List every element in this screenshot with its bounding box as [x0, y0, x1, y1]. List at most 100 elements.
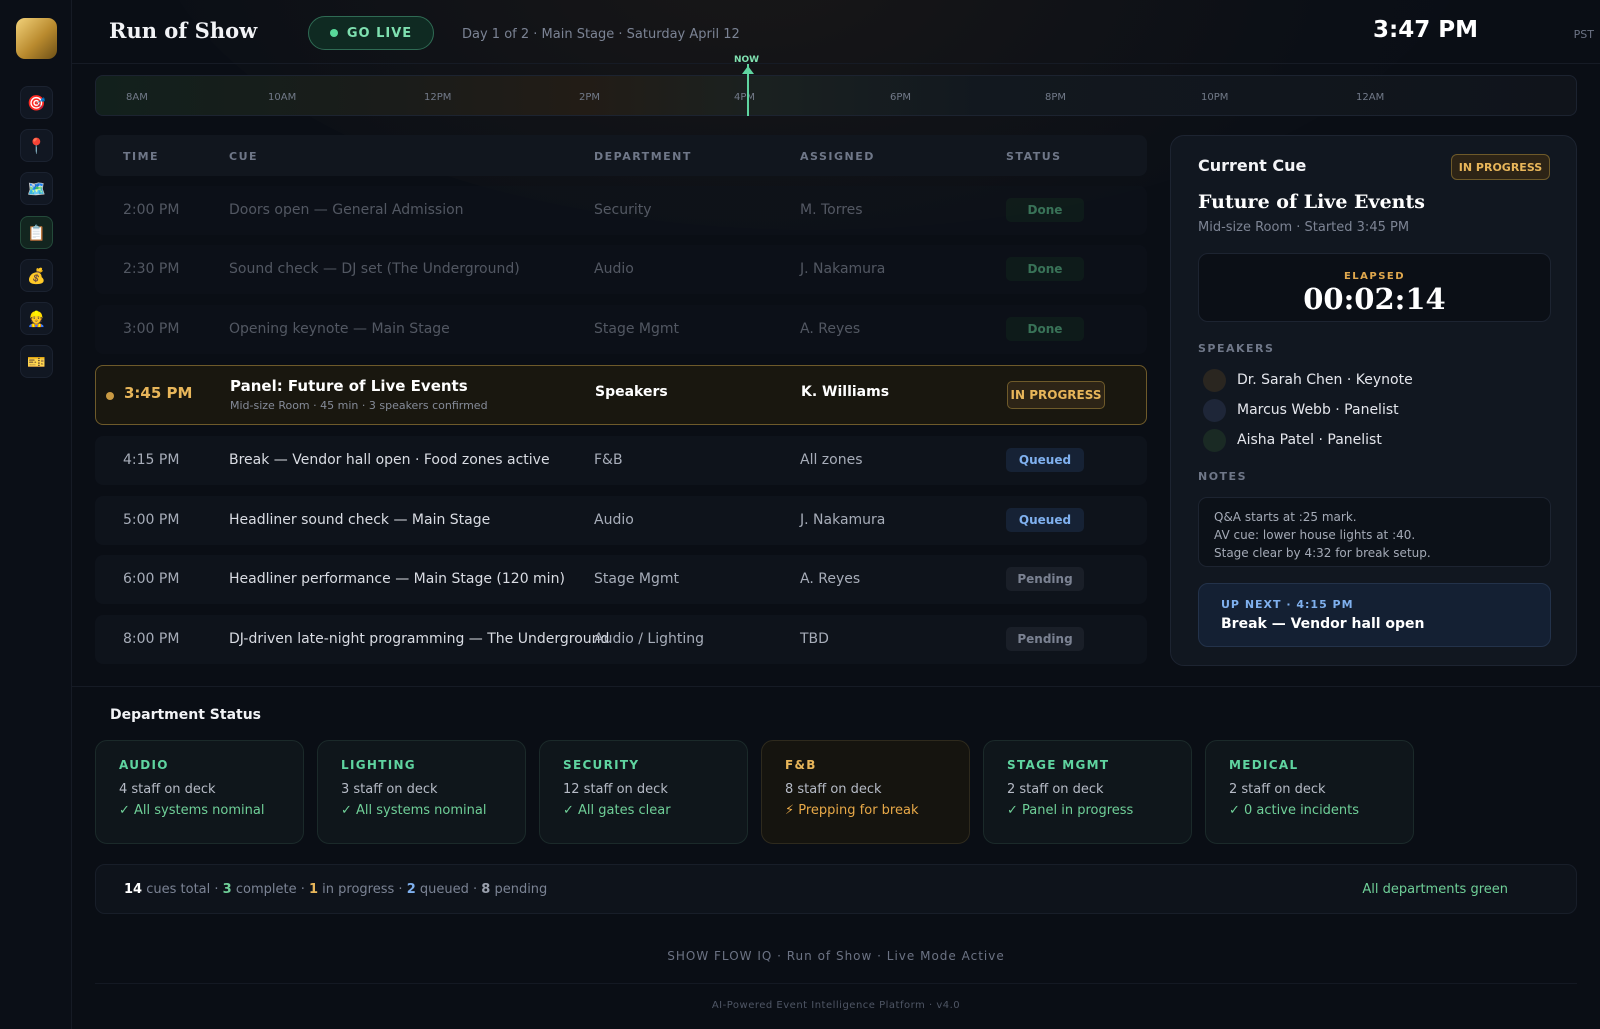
clipboard-icon: 📋 — [27, 223, 46, 242]
in-progress-label: in progress · — [322, 882, 403, 897]
cue-detail: Mid-size Room · 45 min · 3 speakers conf… — [230, 399, 488, 412]
department-staff: 4 staff on deck — [119, 782, 216, 797]
table-row[interactable]: 3:00 PM Opening keynote — Main Stage Stage… — [95, 305, 1147, 354]
note-line: Q&A starts at :25 mark. — [1214, 510, 1357, 524]
nav-button[interactable]: 🎯 — [20, 86, 53, 119]
go-live-button[interactable]: GO LIVE — [308, 16, 434, 50]
table-row[interactable]: 2:30 PM Sound check — DJ set (The Undergr… — [95, 245, 1147, 294]
current-cue-heading: Current Cue — [1198, 156, 1307, 175]
cue-department: Audio / Lighting — [594, 631, 704, 647]
nav-button[interactable]: 🗺️ — [20, 172, 53, 205]
table-row[interactable]: 5:00 PM Headliner sound check — Main Stag… — [95, 496, 1147, 545]
cue-department: Audio — [594, 512, 634, 528]
timeline-hour-label: 2PM — [579, 92, 601, 103]
cue-time: 6:00 PM — [123, 571, 180, 587]
cue-title: Break — Vendor hall open · Food zones ac… — [229, 452, 550, 468]
department-card[interactable]: LIGHTING 3 staff on deck ✓ All systems nom… — [317, 740, 526, 844]
cue-time: 8:00 PM — [123, 631, 180, 647]
nav-button[interactable]: 🎫 — [20, 345, 53, 378]
app-logo[interactable] — [16, 18, 57, 59]
speaker-item[interactable]: Dr. Sarah Chen · Keynote — [1203, 368, 1413, 392]
cue-department: Stage Mgmt — [594, 321, 679, 337]
speaker-item[interactable]: Marcus Webb · Panelist — [1203, 398, 1399, 422]
total-label: cues total · — [146, 882, 219, 897]
footer-platform-line: AI-Powered Event Intelligence Platform ·… — [711, 1000, 961, 1011]
up-next-label: UP NEXT · 4:15 PM — [1221, 598, 1354, 611]
department-card[interactable]: SECURITY 12 staff on deck ✓ All gates clea… — [539, 740, 748, 844]
avatar — [1203, 368, 1226, 392]
day-timeline[interactable]: 8AM 10AM 12PM 2PM 4PM 6PM 8PM 10PM 12AM NOW — [95, 55, 1577, 116]
money-bag-icon: 💰 — [27, 266, 46, 285]
table-row-active[interactable]: 3:45 PM Panel: Future of Live Events Mid-s… — [95, 365, 1147, 425]
department-card[interactable]: MEDICAL 2 staff on deck ✓ 0 active inciden… — [1205, 740, 1414, 844]
header: Run of Show GO LIVE Day 1 of 2 · Main St… — [72, 0, 1600, 64]
go-live-label: GO LIVE — [346, 25, 413, 41]
department-name: LIGHTING — [341, 758, 416, 772]
column-status: STATUS — [1006, 150, 1062, 163]
event-subtitle: Day 1 of 2 · Main Stage · Saturday April… — [462, 27, 740, 42]
elapsed-timer: ELAPSED 00:02:14 — [1198, 253, 1551, 322]
department-status: ✓ Panel in progress — [1007, 803, 1134, 818]
status-badge: Queued — [1006, 448, 1084, 472]
cue-notes: Q&A starts at :25 mark. AV cue: lower ho… — [1198, 497, 1551, 567]
timeline-hour-label: 8PM — [1045, 92, 1067, 103]
pending-label: pending — [494, 882, 548, 897]
timeline-hour-label: 12PM — [424, 92, 452, 103]
department-card[interactable]: F&B 8 staff on deck ⚡ Prepping for break — [761, 740, 970, 844]
status-badge: Done — [1006, 198, 1084, 222]
department-staff: 2 staff on deck — [1229, 782, 1326, 797]
nav-button[interactable]: 📋 — [20, 216, 53, 249]
avatar — [1203, 398, 1226, 422]
speaker-name: Aisha Patel · Panelist — [1237, 432, 1382, 448]
department-name: MEDICAL — [1229, 758, 1299, 772]
cue-assigned: TBD — [800, 631, 829, 647]
footer-divider — [95, 983, 1577, 984]
cue-assigned: J. Nakamura — [800, 512, 886, 528]
status-badge: Done — [1006, 317, 1084, 341]
total-count: 14 — [124, 882, 143, 897]
departments-health: All departments green — [1362, 882, 1508, 897]
speaker-name: Dr. Sarah Chen · Keynote — [1237, 372, 1413, 388]
up-next-title: Break — Vendor hall open — [1221, 616, 1425, 632]
pin-icon: 📍 — [27, 136, 46, 155]
pending-count: 8 — [481, 882, 491, 897]
department-status: ✓ All systems nominal — [119, 803, 265, 818]
table-row[interactable]: 8:00 PM DJ-driven late-night programming … — [95, 615, 1147, 664]
cue-time: 3:00 PM — [123, 321, 180, 337]
nav-button[interactable]: 💰 — [20, 259, 53, 292]
cue-department: Security — [594, 202, 652, 218]
cue-department: Audio — [594, 261, 634, 277]
speaker-item[interactable]: Aisha Patel · Panelist — [1203, 428, 1382, 452]
up-next-card[interactable]: UP NEXT · 4:15 PM Break — Vendor hall op… — [1198, 583, 1551, 647]
nav-button[interactable]: 👷 — [20, 302, 53, 335]
cue-title: Headliner performance — Main Stage (120 … — [229, 571, 565, 587]
status-badge: Queued — [1006, 508, 1084, 532]
department-staff: 8 staff on deck — [785, 782, 882, 797]
timezone: PST — [1573, 28, 1594, 41]
cue-assigned: All zones — [800, 452, 863, 468]
column-assigned: ASSIGNED — [800, 150, 875, 163]
cue-table-header: TIME CUE DEPARTMENT ASSIGNED STATUS — [95, 135, 1147, 176]
table-row[interactable]: 6:00 PM Headliner performance — Main Stag… — [95, 555, 1147, 604]
ticket-icon: 🎫 — [27, 352, 46, 371]
nav-button[interactable]: 📍 — [20, 129, 53, 162]
section-divider — [72, 686, 1600, 687]
table-row[interactable]: 2:00 PM Doors open — General Admission Sec… — [95, 186, 1147, 235]
timeline-hour-label: 10AM — [268, 92, 297, 103]
speaker-name: Marcus Webb · Panelist — [1237, 402, 1399, 418]
current-cue-title: Future of Live Events — [1198, 191, 1425, 213]
cue-title: Opening keynote — Main Stage — [229, 321, 450, 337]
map-icon: 🗺️ — [27, 179, 46, 198]
status-badge: Done — [1006, 257, 1084, 281]
cue-time: 4:15 PM — [123, 452, 180, 468]
department-card[interactable]: STAGE MGMT 2 staff on deck ✓ Panel in prog… — [983, 740, 1192, 844]
worker-icon: 👷 — [27, 309, 46, 328]
cue-assigned: A. Reyes — [800, 321, 861, 337]
table-row[interactable]: 4:15 PM Break — Vendor hall open · Food z… — [95, 436, 1147, 485]
cue-summary-text: 14 cues total · 3 complete · 1 in progre… — [124, 882, 547, 897]
in-progress-count: 1 — [308, 882, 319, 897]
department-name: AUDIO — [119, 758, 169, 772]
now-label: NOW — [734, 55, 760, 65]
department-card[interactable]: AUDIO 4 staff on deck ✓ All systems nomina… — [95, 740, 304, 844]
current-cue-status-badge: IN PROGRESS — [1451, 154, 1550, 180]
